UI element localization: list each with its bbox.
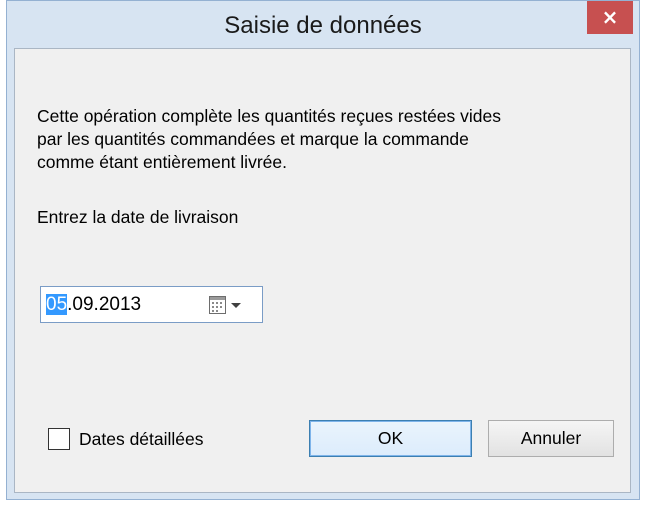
description-text: Cette opération complète les quantités r…: [37, 105, 617, 174]
close-button[interactable]: ×: [587, 1, 633, 34]
calendar-icon[interactable]: [209, 296, 226, 314]
date-value[interactable]: 05.09.2013: [46, 293, 141, 317]
date-day-segment[interactable]: 05: [46, 294, 68, 315]
chevron-down-icon[interactable]: [229, 297, 243, 313]
delivery-date-picker[interactable]: 05.09.2013: [40, 286, 263, 323]
window-title: Saisie de données: [224, 12, 422, 39]
cancel-button[interactable]: Annuler: [488, 420, 614, 457]
close-icon: ×: [601, 5, 619, 29]
delivery-date-prompt: Entrez la date de livraison: [37, 207, 239, 227]
ok-button[interactable]: OK: [309, 420, 472, 457]
detailed-dates-label[interactable]: Dates détaillées: [79, 429, 204, 450]
title-bar[interactable]: Saisie de données ×: [7, 1, 639, 48]
detailed-dates-checkbox[interactable]: [48, 428, 70, 450]
description-line: comme étant entièrement livrée.: [37, 152, 287, 172]
description-line: par les quantités commandées et marque l…: [37, 129, 469, 149]
date-rest-segment[interactable]: .09.2013: [67, 294, 141, 315]
description-line: Cette opération complète les quantités r…: [37, 106, 502, 126]
